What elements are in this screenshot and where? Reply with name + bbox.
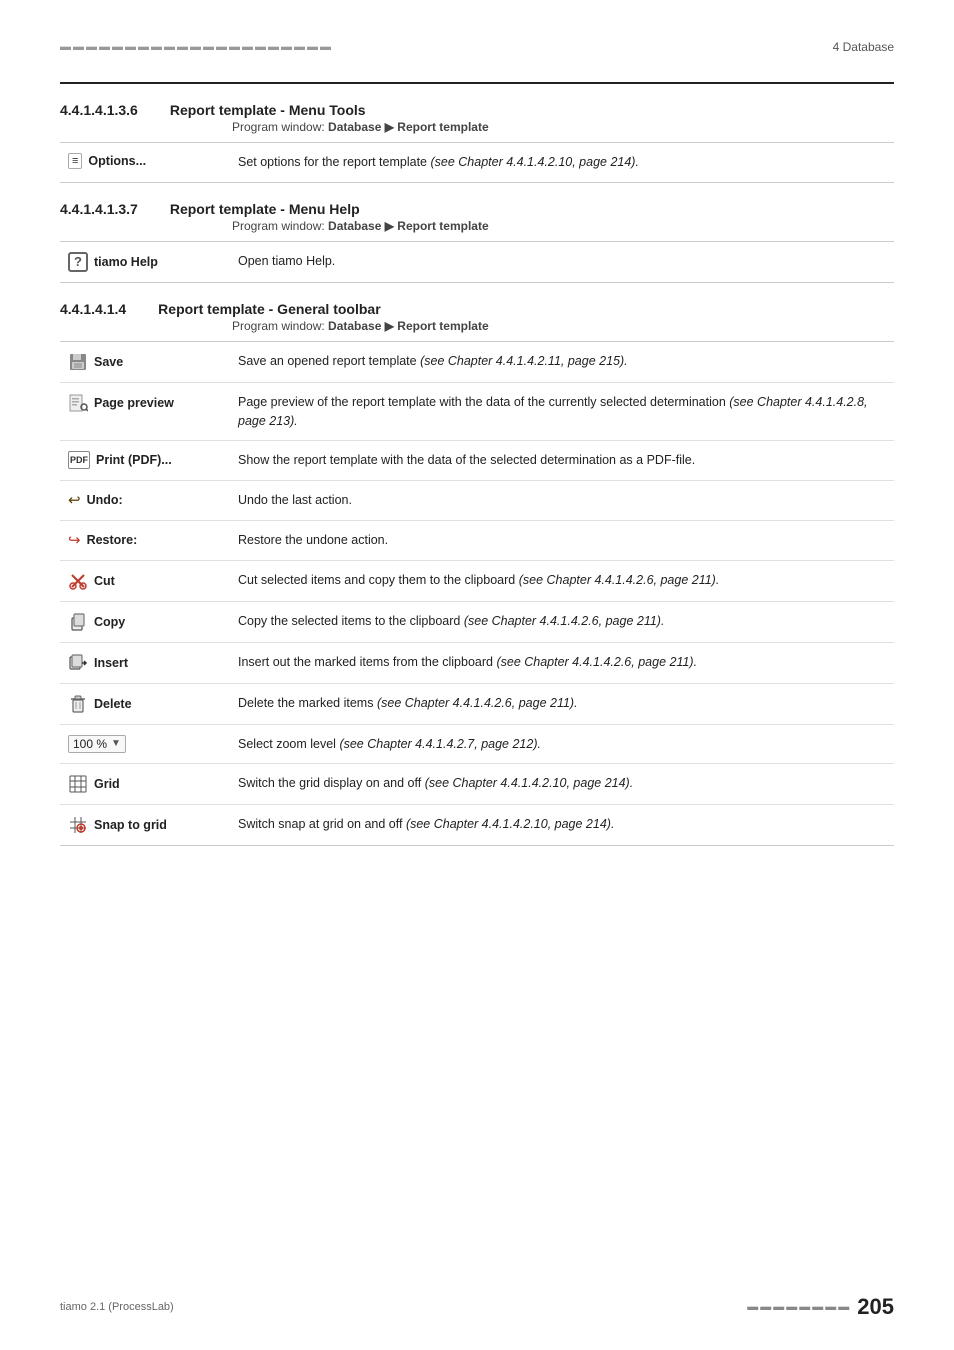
table-row: 100 %▼ Select zoom level (see Chapter 4.4…	[60, 725, 894, 765]
row-label-0-0: Options...	[88, 154, 146, 168]
table-row: Snap to grid Switch snap at grid on and o…	[60, 805, 894, 845]
cut-icon	[68, 571, 88, 591]
row-label-2-7: Insert	[94, 656, 128, 670]
section-subtitle-1: Program window: Database ▶ Report templa…	[232, 219, 894, 233]
section-title-2: Report template - General toolbar	[158, 301, 380, 317]
cell-left-2-3: ↩ Undo:	[60, 489, 230, 511]
cell-right-2-3: Undo the last action.	[230, 489, 894, 512]
delete-icon	[68, 694, 88, 714]
top-bar: ▬▬▬▬▬▬▬▬▬▬▬▬▬▬▬▬▬▬▬▬▬ 4 Database	[60, 40, 894, 54]
row-label-2-5: Cut	[94, 574, 115, 588]
question-icon: ?	[68, 252, 88, 272]
table-row: Grid Switch the grid display on and off (…	[60, 764, 894, 805]
section-number-2: 4.4.1.4.1.4	[60, 301, 126, 317]
cell-right-2-6: Copy the selected items to the clipboard…	[230, 610, 894, 633]
grid-icon	[68, 774, 88, 794]
row-label-2-4: Restore:	[87, 533, 138, 547]
cell-left-2-11: Snap to grid	[60, 813, 230, 837]
footer-left: tiamo 2.1 (ProcessLab)	[60, 1301, 174, 1313]
section-number-0: 4.4.1.4.1.3.6	[60, 102, 138, 118]
footer-right: ▬▬▬▬▬▬▬▬ 205	[747, 1294, 894, 1320]
cell-right-2-9: Select zoom level (see Chapter 4.4.1.4.2…	[230, 733, 894, 756]
cell-right-0-0: Set options for the report template (see…	[230, 151, 894, 174]
table-row: ↩ Undo: Undo the last action.	[60, 481, 894, 521]
table-row: Insert Insert out the marked items from t…	[60, 643, 894, 684]
row-label-2-8: Delete	[94, 697, 132, 711]
cell-left-2-4: ↪ Restore:	[60, 529, 230, 551]
footer-dots: ▬▬▬▬▬▬▬▬	[747, 1301, 851, 1313]
cell-left-2-9: 100 %▼	[60, 733, 230, 755]
cell-left-2-2: PDF Print (PDF)...	[60, 449, 230, 471]
top-dots: ▬▬▬▬▬▬▬▬▬▬▬▬▬▬▬▬▬▬▬▬▬	[60, 41, 333, 53]
table-row: Save Save an opened report template (see …	[60, 342, 894, 383]
pdf-icon: PDF	[68, 451, 90, 469]
cell-right-1-0: Open tiamo Help.	[230, 250, 894, 273]
cell-left-2-5: Cut	[60, 569, 230, 593]
cell-right-2-7: Insert out the marked items from the cli…	[230, 651, 894, 674]
row-label-2-2: Print (PDF)...	[96, 453, 172, 467]
section-title-0: Report template - Menu Tools	[170, 102, 366, 118]
table-row: Delete Delete the marked items (see Chapt…	[60, 684, 894, 725]
cell-right-2-5: Cut selected items and copy them to the …	[230, 569, 894, 592]
section-subtitle-2: Program window: Database ▶ Report templa…	[232, 319, 894, 333]
section-number-1: 4.4.1.4.1.3.7	[60, 201, 138, 217]
section-heading-1: 4.4.1.4.1.3.7 Report template - Menu Hel…	[60, 201, 894, 217]
row-label-2-1: Page preview	[94, 396, 174, 410]
table-row: ≡ Options... Set options for the report te…	[60, 143, 894, 182]
save-icon	[68, 352, 88, 372]
cell-right-2-11: Switch snap at grid on and off (see Chap…	[230, 813, 894, 836]
table-row: ↪ Restore: Restore the undone action.	[60, 521, 894, 561]
cell-left-2-0: Save	[60, 350, 230, 374]
cell-left-2-7: Insert	[60, 651, 230, 675]
footer: tiamo 2.1 (ProcessLab) ▬▬▬▬▬▬▬▬ 205	[60, 1294, 894, 1320]
section-table-0: ≡ Options... Set options for the report te…	[60, 142, 894, 183]
cell-right-2-8: Delete the marked items (see Chapter 4.4…	[230, 692, 894, 715]
page: ▬▬▬▬▬▬▬▬▬▬▬▬▬▬▬▬▬▬▬▬▬ 4 Database 4.4.1.4…	[0, 0, 954, 1350]
row-label-1-0: tiamo Help	[94, 255, 158, 269]
cell-right-2-0: Save an opened report template (see Chap…	[230, 350, 894, 373]
copy-icon	[68, 612, 88, 632]
section-table-1: ? tiamo Help Open tiamo Help.	[60, 241, 894, 283]
row-label-2-11: Snap to grid	[94, 818, 167, 832]
section-table-2: Save Save an opened report template (see …	[60, 341, 894, 847]
cell-left-1-0: ? tiamo Help	[60, 250, 230, 274]
insert-icon	[68, 653, 88, 673]
undo-icon: ↩	[68, 491, 81, 509]
zoom-control[interactable]: 100 %▼	[68, 735, 126, 753]
top-divider	[60, 82, 894, 84]
cell-right-2-1: Page preview of the report template with…	[230, 391, 894, 433]
cell-left-2-10: Grid	[60, 772, 230, 796]
table-row: Page preview Page preview of the report t…	[60, 383, 894, 442]
cell-left-2-1: Page preview	[60, 391, 230, 415]
cell-right-2-10: Switch the grid display on and off (see …	[230, 772, 894, 795]
page-number: 205	[857, 1294, 894, 1320]
restore-icon: ↪	[68, 531, 81, 549]
section-subtitle-0: Program window: Database ▶ Report templa…	[232, 120, 894, 134]
section-heading-2: 4.4.1.4.1.4 Report template - General to…	[60, 301, 894, 317]
section-heading-0: 4.4.1.4.1.3.6 Report template - Menu Too…	[60, 102, 894, 118]
table-row: Copy Copy the selected items to the clipb…	[60, 602, 894, 643]
preview-icon	[68, 393, 88, 413]
sections-container: 4.4.1.4.1.3.6 Report template - Menu Too…	[60, 102, 894, 846]
table-row: PDF Print (PDF)... Show the report templat…	[60, 441, 894, 481]
cell-right-2-4: Restore the undone action.	[230, 529, 894, 552]
table-row: ? tiamo Help Open tiamo Help.	[60, 242, 894, 282]
chapter-label: 4 Database	[833, 40, 894, 54]
cell-left-0-0: ≡ Options...	[60, 151, 230, 171]
row-label-2-10: Grid	[94, 777, 120, 791]
options-icon: ≡	[68, 153, 82, 169]
cell-left-2-6: Copy	[60, 610, 230, 634]
row-label-2-6: Copy	[94, 615, 125, 629]
snap-icon	[68, 815, 88, 835]
section-title-1: Report template - Menu Help	[170, 201, 360, 217]
table-row: Cut Cut selected items and copy them to t…	[60, 561, 894, 602]
cell-right-2-2: Show the report template with the data o…	[230, 449, 894, 472]
row-label-2-3: Undo:	[87, 493, 123, 507]
row-label-2-0: Save	[94, 355, 123, 369]
cell-left-2-8: Delete	[60, 692, 230, 716]
